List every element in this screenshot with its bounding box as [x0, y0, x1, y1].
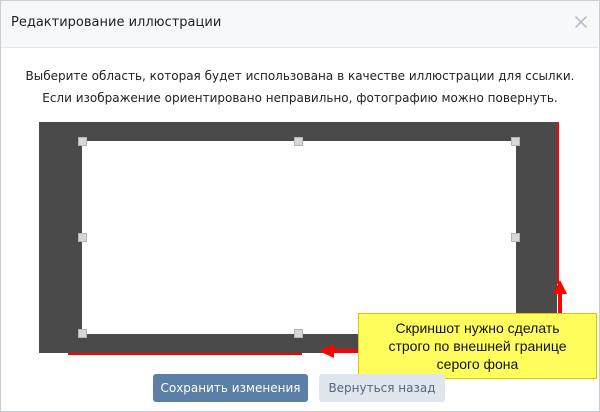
annotation-line-3: серого фона [436, 356, 519, 372]
crop-handle-middle-right[interactable] [511, 233, 520, 242]
red-border-marker-right [557, 122, 559, 284]
annotation-line-2: строго по внешней границе [388, 338, 567, 354]
crop-handle-top-right[interactable] [511, 137, 520, 146]
crop-handle-middle-left[interactable] [78, 233, 87, 242]
crop-handle-bottom-center[interactable] [294, 329, 303, 338]
instruction-text: Выберите область, которая будет использо… [0, 65, 600, 109]
save-changes-button[interactable]: Сохранить изменения [153, 374, 308, 402]
annotation-callout: Скриншот нужно сделать строго по внешней… [358, 313, 597, 379]
close-icon[interactable] [573, 14, 589, 30]
go-back-button[interactable]: Вернуться назад [319, 374, 445, 402]
arrow-left-icon [319, 344, 361, 358]
red-border-marker-bottom [68, 353, 302, 355]
annotation-line-1: Скриншот нужно сделать [395, 320, 560, 336]
instruction-line-1: Выберите область, которая будет использо… [25, 69, 575, 83]
arrow-up-icon [553, 280, 567, 314]
crop-handle-top-left[interactable] [78, 137, 87, 146]
crop-handle-top-center[interactable] [294, 137, 303, 146]
instruction-line-2: Если изображение ориентировано неправиль… [42, 91, 558, 105]
dialog-header: Редактирование иллюстрации [1, 1, 598, 48]
crop-handle-bottom-left[interactable] [78, 329, 87, 338]
dialog-title: Редактирование иллюстрации [11, 15, 222, 30]
crop-selection[interactable] [82, 141, 516, 334]
